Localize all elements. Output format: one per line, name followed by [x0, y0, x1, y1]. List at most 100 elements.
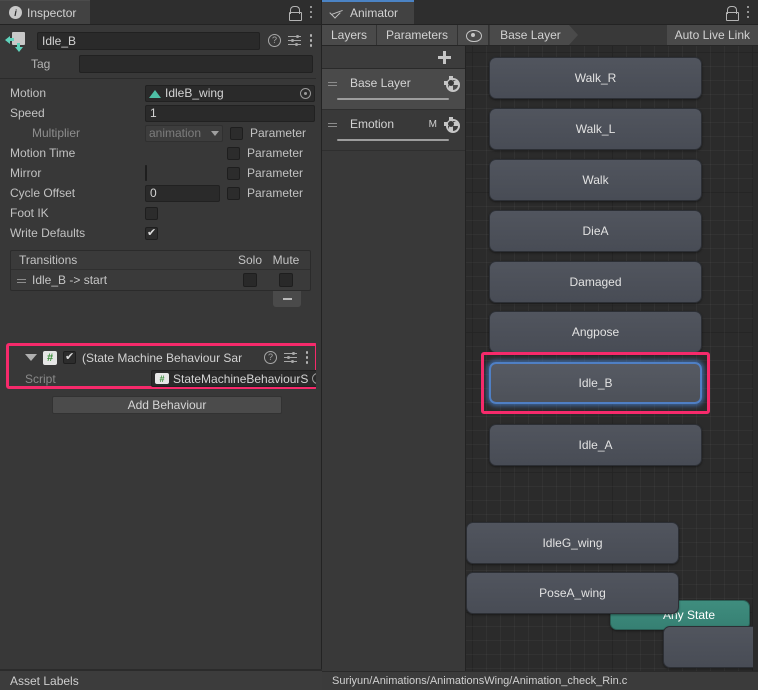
node-label: Damaged: [569, 275, 622, 289]
state-name-input[interactable]: Idle_B: [37, 31, 260, 50]
state-node-idle-a[interactable]: Idle_A: [489, 424, 702, 466]
tab-animator[interactable]: Animator: [322, 0, 415, 24]
tab-layers[interactable]: Layers: [322, 25, 378, 45]
state-node-partial[interactable]: [663, 626, 758, 668]
script-object-field[interactable]: # StateMachineBehaviourS: [151, 370, 321, 387]
transition-row[interactable]: Idle_B -> start: [11, 270, 310, 290]
graph-vertical-scrollbar[interactable]: [753, 68, 758, 670]
add-behaviour-label: Add Behaviour: [127, 398, 207, 412]
cycle-offset-input[interactable]: 0: [145, 184, 220, 202]
layer-drag-handle-icon[interactable]: [328, 121, 337, 128]
animator-lock-icon[interactable]: [725, 5, 739, 21]
cycle-offset-parameter-checkbox[interactable]: [227, 186, 240, 200]
drag-handle-icon[interactable]: [17, 277, 26, 284]
layer-name-base: Base Layer: [350, 76, 411, 90]
help-icon[interactable]: ?: [268, 34, 281, 47]
mirror-parameter-checkbox[interactable]: [227, 166, 240, 180]
animator-kebab-icon[interactable]: [746, 5, 750, 19]
property-speed: Speed 1: [0, 103, 321, 123]
lock-icon[interactable]: [288, 5, 302, 21]
motion-picker-icon[interactable]: [300, 87, 311, 99]
motion-value: IdleB_wing: [165, 86, 224, 100]
behaviour-script-row: Script # StateMachineBehaviourS: [11, 369, 321, 388]
state-node-walk-r[interactable]: Walk_R: [489, 57, 702, 99]
state-node-idleg-wing[interactable]: IdleG_wing: [466, 522, 679, 564]
animator-tab-icons: [725, 0, 758, 24]
add-behaviour-button[interactable]: Add Behaviour: [52, 396, 282, 414]
property-cycle-offset: Cycle Offset 0 Parameter: [0, 183, 321, 203]
divider: [0, 78, 321, 79]
behaviour-kebab-icon[interactable]: [305, 351, 309, 365]
tabbar-spacer: [90, 0, 288, 24]
behaviour-header-icons: ?: [264, 351, 313, 365]
inspector-panel: i Inspector Idle_B ? Tag Motion IdleB_wi…: [0, 0, 322, 690]
tab-inspector-label: Inspector: [27, 5, 77, 20]
layers-empty-area: [322, 151, 465, 690]
layer-mask-indicator: M: [428, 118, 437, 130]
plus-icon: [438, 50, 451, 64]
mirror-checkbox[interactable]: [145, 165, 147, 181]
node-label: Walk: [582, 173, 609, 187]
speed-value: 1: [150, 106, 157, 120]
visibility-toggle-button[interactable]: [458, 25, 490, 45]
state-node-walk-l[interactable]: Walk_L: [489, 108, 702, 150]
tab-animator-label: Animator: [350, 6, 399, 20]
state-name-value: Idle_B: [42, 33, 77, 48]
write-defaults-label: Write Defaults: [10, 226, 86, 240]
motion-time-parameter-checkbox[interactable]: [227, 146, 240, 160]
inspector-scrollbar[interactable]: [316, 25, 321, 690]
multiplier-dropdown[interactable]: animation: [145, 124, 223, 142]
foldout-arrow-icon[interactable]: [25, 354, 37, 361]
transition-solo-checkbox[interactable]: [243, 273, 257, 287]
tab-inspector[interactable]: i Inspector: [0, 0, 91, 24]
write-defaults-checkbox[interactable]: [145, 226, 158, 240]
state-node-angpose[interactable]: Angpose: [489, 311, 702, 353]
property-mirror: Mirror Parameter: [0, 163, 321, 183]
layer-weight-bar[interactable]: [337, 139, 449, 141]
kebab-menu-icon[interactable]: [309, 5, 313, 19]
foot-ik-checkbox[interactable]: [145, 206, 158, 220]
preset-icon[interactable]: [288, 34, 302, 47]
tag-input[interactable]: [79, 54, 313, 73]
animator-graph[interactable]: Walk_R Walk_L Walk DieA Damaged Angpose …: [466, 46, 758, 690]
add-layer-button[interactable]: [322, 46, 465, 69]
behaviour-preset-icon[interactable]: [284, 351, 298, 364]
breadcrumb-base-layer[interactable]: Base Layer: [490, 25, 578, 45]
tab-parameters[interactable]: Parameters: [377, 25, 459, 45]
behaviour-help-icon[interactable]: ?: [264, 351, 277, 364]
auto-live-link-button[interactable]: Auto Live Link: [666, 25, 758, 45]
multiplier-parameter-checkbox[interactable]: [230, 126, 243, 140]
state-node-damaged[interactable]: Damaged: [489, 261, 702, 303]
layer-item-emotion[interactable]: Emotion M: [322, 110, 465, 151]
asset-labels-bar[interactable]: Asset Labels: [0, 670, 322, 690]
speed-input[interactable]: 1: [145, 104, 315, 122]
component-kebab-icon[interactable]: [309, 34, 313, 48]
property-motion-time: Motion Time Parameter: [0, 143, 321, 163]
transition-mute-checkbox[interactable]: [279, 273, 293, 287]
multiplier-value: animation: [149, 126, 202, 140]
layer-weight-bar[interactable]: [337, 98, 449, 100]
eye-icon: [465, 29, 483, 42]
mute-column-header: Mute: [272, 253, 300, 267]
multiplier-label: Multiplier: [32, 126, 81, 140]
behaviour-enabled-checkbox[interactable]: [63, 350, 76, 364]
node-label: Idle_A: [578, 438, 613, 452]
inspector-tab-icons: [288, 0, 321, 24]
gear-icon[interactable]: [443, 77, 460, 92]
node-label: Walk_L: [575, 122, 616, 136]
layer-name-emotion: Emotion: [350, 117, 395, 131]
info-icon: i: [9, 6, 22, 19]
layer-item-base-layer[interactable]: Base Layer: [322, 69, 465, 110]
cycle-offset-label: Cycle Offset: [10, 186, 76, 200]
parameters-tab-label: Parameters: [386, 28, 449, 42]
state-node-posea-wing[interactable]: PoseA_wing: [466, 572, 679, 614]
state-node-die-a[interactable]: DieA: [489, 210, 702, 252]
state-node-walk[interactable]: Walk: [489, 159, 702, 201]
transition-name: Idle_B -> start: [32, 273, 108, 287]
behaviour-header[interactable]: # (State Machine Behaviour Sar ?: [11, 348, 313, 367]
gear-icon[interactable]: [443, 118, 460, 133]
motion-object-field[interactable]: IdleB_wing: [145, 84, 315, 102]
remove-transition-button[interactable]: [273, 291, 301, 307]
layer-drag-handle-icon[interactable]: [328, 80, 337, 87]
